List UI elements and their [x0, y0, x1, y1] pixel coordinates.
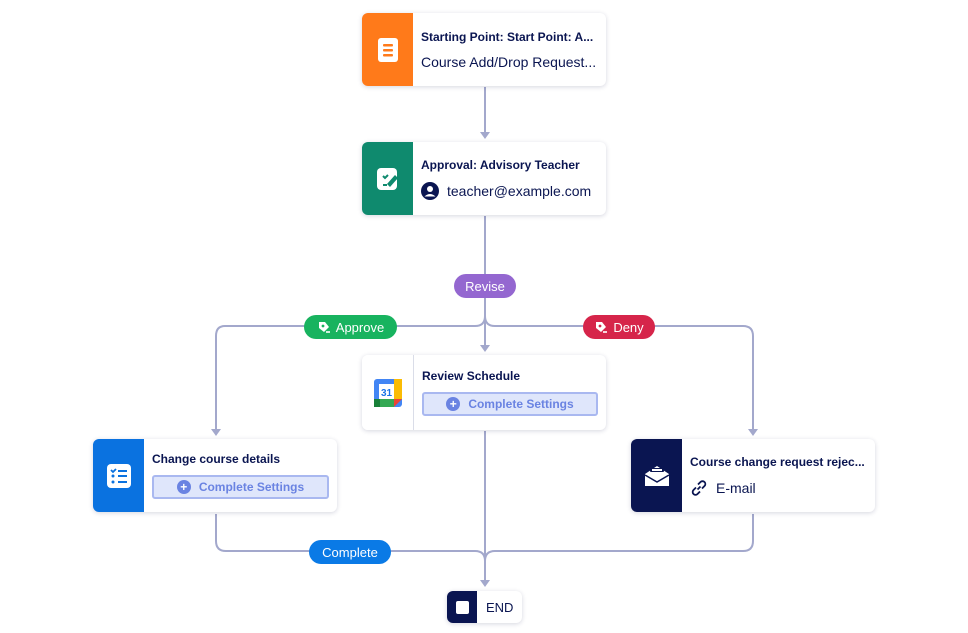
google-calendar-icon: 31: [373, 378, 402, 407]
branch-label: Deny: [613, 319, 644, 335]
node-title: Course change request rejec...: [690, 454, 865, 469]
checklist-icon: [106, 463, 131, 488]
branch-label: Approve: [335, 319, 385, 335]
node-subtitle: Course Add/Drop Request...: [421, 53, 597, 70]
node-title: Review Schedule: [422, 369, 521, 383]
branch-deny[interactable]: Deny: [583, 315, 655, 339]
form-icon: [377, 37, 398, 62]
arrow-review: [480, 345, 490, 352]
branch-complete[interactable]: Complete: [309, 540, 391, 564]
start-node-icon-panel: [362, 13, 413, 86]
change-node-icon-panel: [93, 439, 144, 512]
approval-node-icon-panel: [362, 142, 413, 215]
complete-settings-button[interactable]: + Complete Settings: [152, 475, 329, 499]
edge-reject-end: [484, 514, 754, 562]
node-title: Approval: Advisory Teacher: [421, 157, 580, 172]
assignee-email: teacher@example.com: [447, 182, 592, 199]
node-title: Starting Point: Start Point: A...: [421, 29, 594, 44]
pen-nib-icon: [318, 322, 330, 333]
plus-icon: +: [446, 397, 461, 411]
reject-node-icon-panel: [631, 439, 682, 512]
pen-nib-icon: [596, 322, 608, 333]
complete-settings-button[interactable]: + Complete Settings: [422, 392, 598, 416]
action-type: E-mail: [716, 479, 756, 496]
arrow-reject: [748, 429, 758, 436]
branch-label: Revise: [465, 278, 505, 294]
button-label: Complete Settings: [198, 480, 305, 494]
review-node-icon-panel: 31: [362, 355, 414, 430]
branch-approve[interactable]: Approve: [304, 315, 397, 339]
link-icon: [691, 479, 707, 496]
arrow-change: [211, 429, 221, 436]
node-title: Change course details: [152, 452, 281, 466]
rejection-email-node[interactable]: Course change request rejec... E-mail: [631, 439, 875, 512]
arrow-end: [480, 580, 490, 587]
change-course-node[interactable]: Change course details + Complete Setting…: [93, 439, 337, 512]
start-node[interactable]: Starting Point: Start Point: A... Course…: [362, 13, 606, 86]
arrow-approval: [480, 132, 490, 139]
edges: [211, 87, 758, 587]
end-label: END: [486, 599, 514, 615]
branch-revise[interactable]: Revise: [454, 274, 516, 298]
branch-label: Complete: [322, 544, 378, 560]
calendar-day: 31: [380, 388, 392, 399]
user-icon: [421, 181, 439, 200]
end-icon-panel: [447, 591, 477, 623]
end-node[interactable]: END: [447, 591, 522, 623]
review-schedule-node[interactable]: 31 Review Schedule + Complete Settings: [362, 355, 606, 430]
plus-icon: +: [176, 480, 191, 494]
button-label: Complete Settings: [468, 397, 574, 411]
email-icon: [644, 465, 669, 486]
approval-node[interactable]: Approval: Advisory Teacher teacher@examp…: [362, 142, 606, 215]
stop-square-icon: [455, 600, 469, 614]
approval-icon: [376, 167, 398, 190]
